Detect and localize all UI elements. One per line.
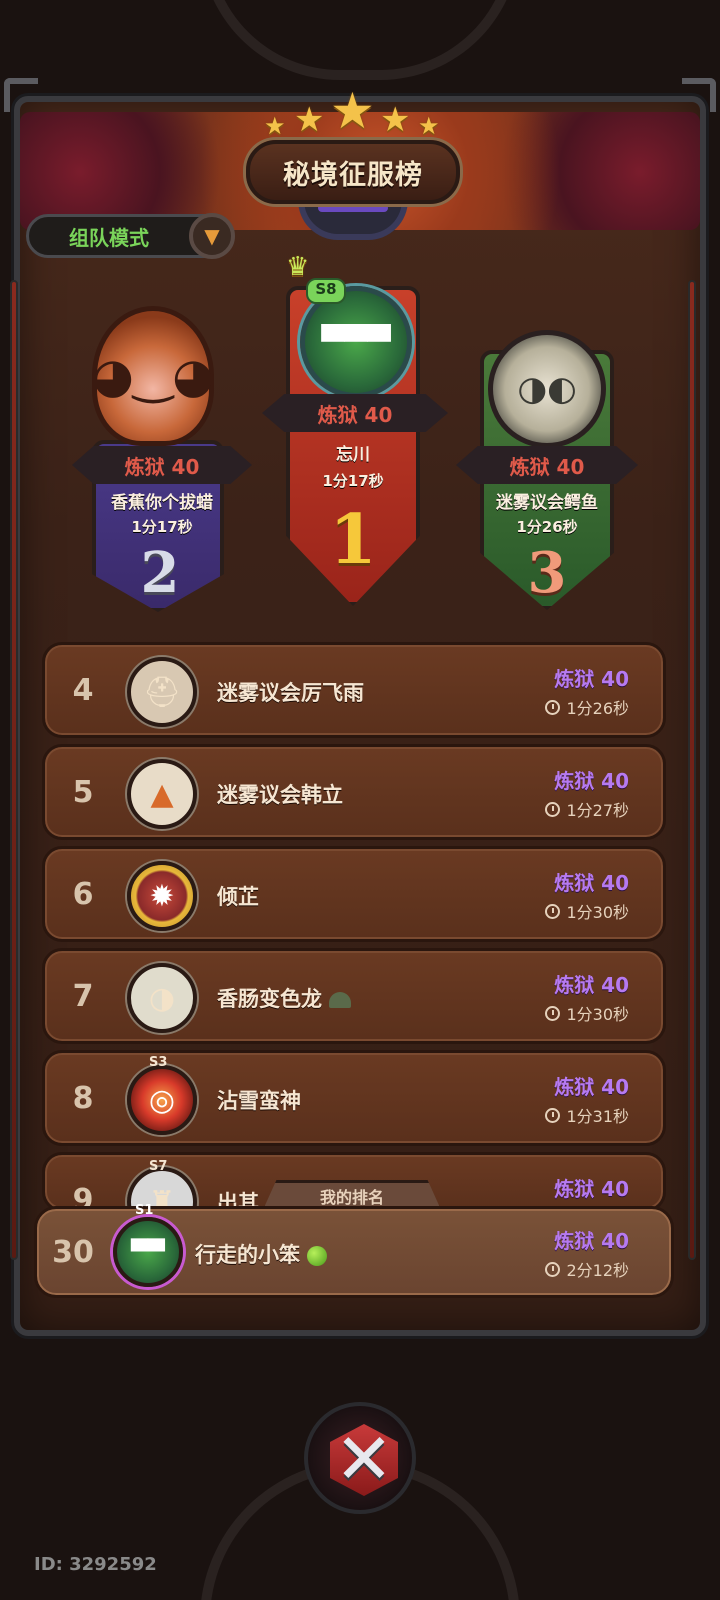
- podium-third-rank: 3: [527, 540, 567, 606]
- leaderboard-row[interactable]: 4 ⛑ 迷雾议会厉飞雨 炼狱 40 1分26秒: [42, 642, 666, 738]
- podium-second-time: 1分17秒: [131, 518, 193, 536]
- close-icon: ✕: [334, 1418, 394, 1500]
- clock-icon: [545, 699, 561, 715]
- crown-icon: ♛: [286, 252, 310, 282]
- my-rank-row[interactable]: 30 ▀▀ S1 行走的小笨 炼狱 40 2分12秒: [34, 1203, 674, 1298]
- season-badge: S7: [149, 1159, 168, 1174]
- row-time: 1分26秒: [545, 695, 629, 719]
- frame-corner: [4, 78, 38, 112]
- page-title-text: 秘境征服榜: [283, 159, 423, 191]
- row-time: 1分31秒: [545, 1103, 629, 1127]
- row-name: 香肠变色龙: [217, 983, 352, 1013]
- clock-icon: [545, 1261, 561, 1277]
- row-name: 倾芷: [217, 885, 259, 909]
- star-icon: ★: [294, 100, 325, 140]
- row-name: 沾雪蛮神: [217, 1089, 301, 1113]
- row-rank: 8: [72, 1081, 94, 1116]
- green-apple-icon: [307, 1246, 328, 1266]
- leaderboard-row[interactable]: 8 ◎ S3 沾雪蛮神 炼狱 40 1分31秒: [42, 1050, 666, 1146]
- frame-rail-right: [688, 280, 696, 1260]
- row-time: 1分27秒: [545, 797, 629, 821]
- sun-frame-icon: ✹: [127, 861, 197, 931]
- row-level: 炼狱 40: [554, 769, 629, 793]
- helmet-emoji-icon: [329, 992, 352, 1008]
- clock-icon: [545, 903, 561, 919]
- podium-first-rank: 1: [329, 500, 377, 580]
- season-badge: S8: [306, 278, 346, 304]
- frame-rail-left: [10, 280, 18, 1260]
- star-icon: ★: [418, 112, 440, 140]
- chevron-down-icon[interactable]: ▼: [189, 213, 235, 259]
- user-id: ID: 3292592: [34, 1554, 157, 1575]
- podium-second-name: 香蕉你个拔蜡: [111, 493, 213, 513]
- clock-icon: [545, 801, 561, 817]
- mode-dropdown[interactable]: 组队模式 ▼: [26, 213, 235, 259]
- podium-second-rank: 2: [140, 540, 180, 606]
- background-ornament: [200, 0, 520, 80]
- row-level: 炼狱 40: [554, 871, 629, 895]
- row-level: 炼狱 40: [554, 667, 629, 691]
- row-level: 炼狱 40: [554, 1075, 629, 1099]
- helmet-warrior-icon: ⛑: [127, 657, 197, 727]
- row-name: 迷雾议会厉飞雨: [217, 681, 364, 705]
- my-rank-name: 行走的小笨: [195, 1239, 328, 1269]
- row-time: 1分30秒: [545, 899, 629, 923]
- podium-first-name: 忘川: [336, 445, 370, 465]
- clock-icon: [545, 1107, 561, 1123]
- row-rank: 5: [72, 775, 94, 810]
- my-rank-number: 30: [52, 1235, 94, 1270]
- podium-second-level: 炼狱 40: [72, 446, 252, 484]
- leaderboard-row[interactable]: 5 ▲ 迷雾议会韩立 炼狱 40 1分27秒: [42, 744, 666, 840]
- frame-corner: [682, 78, 716, 112]
- podium-third-level: 炼狱 40: [456, 446, 638, 484]
- podium-third-time: 1分26秒: [516, 518, 578, 536]
- horned-elf-icon: ◑◐: [488, 330, 606, 448]
- season-badge: S1: [135, 1203, 154, 1218]
- leaderboard-row[interactable]: 6 ✹ 倾芷 炼狱 40 1分30秒: [42, 846, 666, 942]
- podium-first-level: 炼狱 40: [262, 394, 448, 432]
- podium-third-name: 迷雾议会鳄鱼: [496, 493, 598, 513]
- row-rank: 7: [72, 979, 94, 1014]
- fire-orb-icon: ◎: [127, 1065, 197, 1135]
- close-button[interactable]: ✕: [304, 1402, 416, 1514]
- my-rank-level: 炼狱 40: [554, 1229, 629, 1253]
- horned-elf-icon: ◑: [127, 963, 197, 1033]
- row-rank: 4: [72, 673, 94, 708]
- clock-icon: [545, 1005, 561, 1021]
- page-title: 秘境征服榜: [246, 140, 460, 204]
- mode-label: 组队模式: [69, 225, 149, 250]
- row-time: 1分30秒: [545, 1001, 629, 1025]
- star-icon: ★: [330, 82, 375, 140]
- fox-cub-icon: ▲: [127, 759, 197, 829]
- star-icon: ★: [380, 100, 411, 140]
- row-level: 炼狱 40: [554, 1177, 629, 1201]
- row-name: 迷雾议会韩立: [217, 783, 343, 807]
- boar-hood-icon: ◕‿◕: [92, 306, 214, 446]
- leaderboard-row[interactable]: 7 ◑ 香肠变色龙 炼狱 40 1分30秒: [42, 948, 666, 1044]
- star-icon: ★: [264, 112, 286, 140]
- row-rank: 6: [72, 877, 94, 912]
- row-level: 炼狱 40: [554, 973, 629, 997]
- podium-first-time: 1分17秒: [322, 472, 384, 490]
- green-grin-icon: ▀▀: [113, 1217, 183, 1287]
- my-rank-time: 2分12秒: [545, 1257, 629, 1281]
- season-badge: S3: [149, 1055, 168, 1070]
